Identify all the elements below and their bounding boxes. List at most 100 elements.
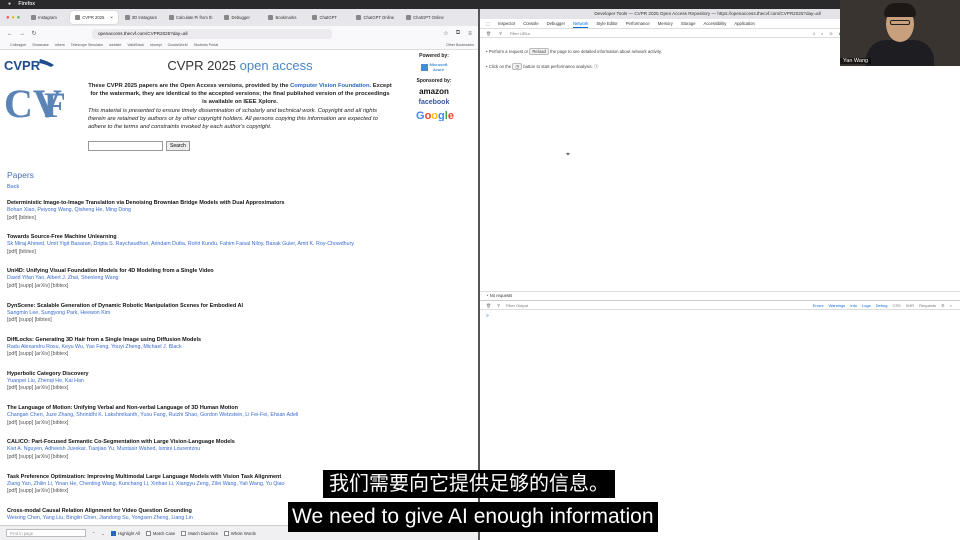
bookmark-item[interactable]: website bbox=[109, 41, 121, 49]
paper-links[interactable]: [pdf] [bibtex] bbox=[7, 249, 467, 256]
tab-style-editor[interactable]: Style Editor bbox=[596, 19, 617, 28]
bookmark-item[interactable]: stonepi bbox=[150, 41, 162, 49]
paper-links[interactable]: [pdf] [supp] [arXiv] [bibtex] bbox=[7, 283, 467, 290]
paper-links[interactable]: [pdf] [supp] [arXiv] [bibtex] bbox=[7, 454, 467, 461]
whole-words-checkbox[interactable]: Whole Words bbox=[223, 530, 256, 536]
paper-authors[interactable]: David Yifan Yao, Albert J. Zhai, Shenlon… bbox=[7, 275, 467, 283]
tab-console[interactable]: Console bbox=[523, 19, 538, 28]
search-icon[interactable]: ⌕ bbox=[821, 31, 823, 36]
find-next-icon[interactable]: ⌄ bbox=[102, 531, 106, 536]
highlight-all-checkbox[interactable]: Highlight All bbox=[111, 530, 140, 536]
filter-debug[interactable]: Debug bbox=[876, 303, 888, 308]
filter-urls-input[interactable]: Filter URLs bbox=[510, 31, 530, 36]
reload-icon[interactable]: ↻ bbox=[30, 30, 38, 37]
paper-title[interactable]: Towards Source-Free Machine Unlearning bbox=[7, 234, 467, 241]
app-name[interactable]: Firefox bbox=[18, 1, 35, 7]
help-icon[interactable]: ⓘ bbox=[594, 64, 598, 69]
browser-tab[interactable]: Debugger bbox=[219, 11, 261, 24]
search-input[interactable] bbox=[88, 141, 163, 151]
filter-requests[interactable]: Requests bbox=[919, 303, 936, 308]
paper-title[interactable]: Deterministic Image-to-Image Translation… bbox=[7, 200, 467, 207]
other-bookmarks[interactable]: Other Bookmarks bbox=[446, 41, 474, 49]
browser-tab-active[interactable]: CVPR 2025 × bbox=[70, 11, 118, 24]
bookmark-item[interactable]: Showcase bbox=[32, 41, 49, 49]
bookmark-item[interactable]: Telescope Simulator bbox=[71, 41, 103, 49]
paper-links[interactable]: [pdf] [supp] [arXiv] [bibtex] bbox=[7, 385, 467, 392]
google-logo[interactable]: Google bbox=[414, 108, 454, 122]
browser-tab[interactable]: Bookmarks bbox=[263, 11, 305, 24]
filter-css[interactable]: CSS bbox=[892, 303, 900, 308]
paper-title[interactable]: DynScene: Scalable Generation of Dynamic… bbox=[7, 303, 467, 310]
pause-icon[interactable]: ‖ bbox=[813, 31, 815, 36]
paper-links[interactable]: [pdf] [bibtex] bbox=[7, 215, 467, 222]
paper-authors[interactable]: Radu Alexandru Rosu, Keyu Wu, Yao Feng, … bbox=[7, 344, 467, 352]
paper-links[interactable]: [pdf] [supp] [arXiv] [bibtex] bbox=[7, 420, 467, 427]
reload-button[interactable]: Reload bbox=[529, 48, 549, 55]
paper-title[interactable]: Hyperbolic Category Discovery bbox=[7, 371, 467, 378]
paper-links[interactable]: [pdf] [supp] [bibtex] bbox=[7, 317, 467, 324]
paper-authors[interactable]: Changan Chen, Juze Zhang, Shrinidhi K. L… bbox=[7, 412, 467, 420]
tab-debugger[interactable]: Debugger bbox=[547, 19, 565, 28]
console-filter-input[interactable]: Filter Output bbox=[506, 303, 528, 308]
paper-links[interactable]: [pdf] [supp] [arXiv] [bibtex] bbox=[7, 351, 467, 358]
find-prev-icon[interactable]: ⌃ bbox=[92, 531, 96, 536]
tab-memory[interactable]: Memory bbox=[658, 19, 673, 28]
find-input[interactable]: Find in page bbox=[6, 529, 86, 537]
apple-icon[interactable]: ● bbox=[8, 1, 11, 7]
browser-tab[interactable]: Instagram bbox=[26, 11, 68, 24]
window-controls[interactable]: ● ● ● bbox=[6, 15, 20, 21]
stopwatch-icon[interactable]: ◷ bbox=[512, 63, 523, 70]
bookmark-star-icon[interactable]: ☆ bbox=[442, 30, 450, 37]
extensions-icon[interactable]: ⧉ bbox=[454, 30, 462, 37]
tab-accessibility[interactable]: Accessibility bbox=[704, 19, 727, 28]
clear-console-icon[interactable]: 🗑 bbox=[486, 303, 491, 308]
filter-logs[interactable]: Logs bbox=[862, 303, 871, 308]
cvf-link[interactable]: Computer Vision Foundation. bbox=[290, 83, 371, 89]
bookmark-item[interactable]: ValidStack bbox=[127, 41, 144, 49]
back-arrow-icon[interactable]: ← bbox=[6, 31, 14, 37]
match-diacritics-checkbox[interactable]: Match Diacritics bbox=[181, 530, 218, 536]
bookmark-item[interactable]: Colleague bbox=[10, 41, 26, 49]
forward-arrow-icon[interactable]: → bbox=[18, 31, 26, 37]
paper-title[interactable]: DiffLocks: Generating 3D Hair from a Sin… bbox=[7, 337, 467, 344]
bookmark-item[interactable]: Students Portal bbox=[194, 41, 219, 49]
filter-warnings[interactable]: Warnings bbox=[829, 303, 846, 308]
filter-info[interactable]: Info bbox=[850, 303, 857, 308]
filter-xhr[interactable]: XHR bbox=[906, 303, 914, 308]
paper-authors[interactable]: Bohan Xiao, Peiyong Wang, Qisheng He, Mi… bbox=[7, 207, 467, 215]
paper-title[interactable]: CALICO: Part-Focused Semantic Co-Segment… bbox=[7, 439, 467, 446]
paper-authors[interactable]: Yuanpei Liu, Zhenqi He, Kai Han bbox=[7, 378, 467, 386]
url-field[interactable]: openaccess.thecvf.com/CVPR2025?day=all bbox=[92, 28, 332, 39]
amazon-logo[interactable]: amazon bbox=[410, 87, 458, 96]
facebook-logo[interactable]: facebook bbox=[410, 99, 458, 106]
close-icon[interactable]: × bbox=[950, 303, 952, 308]
back-link[interactable]: Back bbox=[7, 184, 19, 190]
block-icon[interactable]: ⊘ bbox=[829, 31, 832, 36]
paper-title[interactable]: The Language of Motion: Unifying Verbal … bbox=[7, 405, 467, 412]
browser-tab[interactable]: ChatGPT Online bbox=[401, 11, 449, 24]
browser-tab[interactable]: 3D Instagram bbox=[120, 11, 162, 24]
paper-title[interactable]: Uni4D: Unifying Visual Foundation Models… bbox=[7, 268, 467, 275]
bookmark-item[interactable]: GoodsWorld bbox=[168, 41, 188, 49]
tab-network[interactable]: Network bbox=[572, 19, 589, 28]
devtools-pick-icon[interactable]: ⬚ bbox=[486, 19, 490, 28]
settings-gear-icon[interactable]: ⚙ bbox=[941, 303, 945, 308]
filter-errors[interactable]: Errors bbox=[813, 303, 824, 308]
paper-authors[interactable]: Sangmin Lee, Sungyong Park, Heewon Kim bbox=[7, 310, 467, 318]
tab-performance[interactable]: Performance bbox=[626, 19, 650, 28]
paper-authors[interactable]: Sk Miraj Ahmed, Umit Yigit Basaran, Drip… bbox=[7, 241, 467, 249]
browser-tab[interactable]: ChatGPT bbox=[307, 11, 349, 24]
trash-icon[interactable]: 🗑 bbox=[486, 31, 491, 36]
console-prompt[interactable]: » bbox=[486, 313, 489, 319]
browser-tab[interactable]: ChatGPT Online bbox=[351, 11, 399, 24]
bookmark-item[interactable]: others bbox=[55, 41, 65, 49]
search-button[interactable]: Search bbox=[166, 141, 190, 151]
microsoft-azure-logo[interactable]: Microsoft Azure bbox=[410, 62, 458, 72]
menu-icon[interactable]: ≡ bbox=[466, 31, 474, 37]
tab-storage[interactable]: Storage bbox=[681, 19, 696, 28]
tab-application[interactable]: Application bbox=[734, 19, 755, 28]
close-tab-icon[interactable]: × bbox=[110, 11, 112, 24]
browser-tab[interactable]: Calculate Pi from th bbox=[164, 11, 218, 24]
tab-inspector[interactable]: Inspector bbox=[498, 19, 515, 28]
match-case-checkbox[interactable]: Match Case bbox=[145, 530, 175, 536]
